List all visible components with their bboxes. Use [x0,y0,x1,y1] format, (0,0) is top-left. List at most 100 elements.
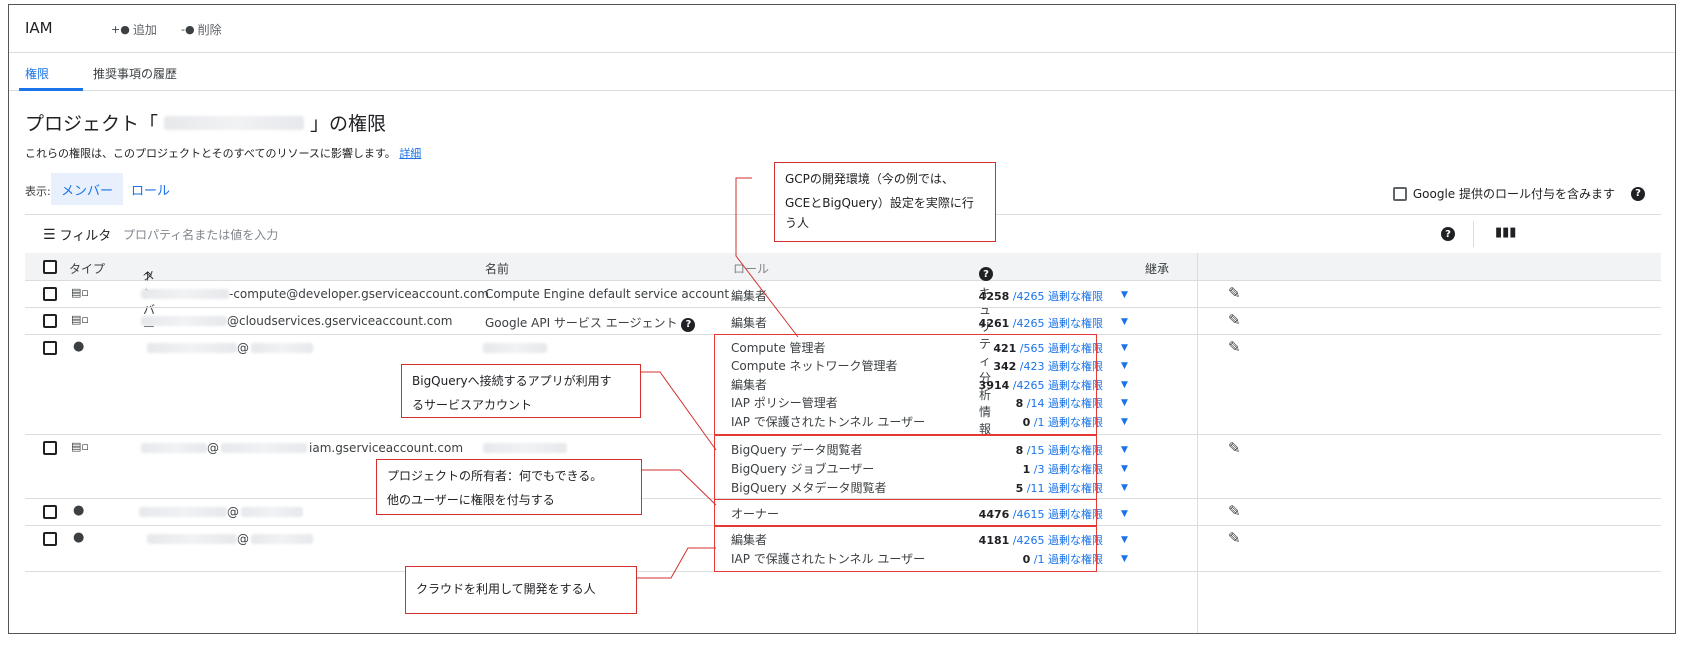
used-permissions: 4261 [978,317,1010,330]
redacted-member-name [483,443,567,453]
edit-pencil-icon[interactable]: ✎ [1228,311,1241,329]
row-checkbox[interactable] [43,532,57,546]
add-person-icon: +● [111,23,130,36]
member-name-text: Google API サービス エージェント [485,316,678,330]
row-checkbox[interactable] [43,314,57,328]
member-email-at: @ [237,532,249,546]
column-name: 名前 [485,262,510,276]
column-display-icon[interactable]: ▮▮▮ [1495,225,1516,240]
active-tab-indicator [19,88,83,91]
add-button[interactable]: +● 追加 [111,21,157,38]
callout-bigquery-app: BigQueryへ接続するアプリが利用す るサービスアカウント [401,364,641,418]
tab-recommendation-history[interactable]: 推奨事項の履歴 [93,65,177,82]
chevron-down-icon[interactable]: ▼ [1121,380,1128,390]
service-account-icon: ▤▫ [71,313,89,326]
edit-pencil-icon[interactable]: ✎ [1228,529,1241,547]
filter-input[interactable]: プロパティ名または値を入力 [123,226,278,243]
member-email-at: @ [237,341,249,355]
select-all-checkbox[interactable] [43,260,57,274]
table-row: ▤▫ -compute@developer.gserviceaccount.co… [25,281,1661,308]
column-inherit: 継承 [1145,262,1170,276]
page-title: プロジェクト「 」の権限 [25,109,386,136]
chevron-down-icon[interactable]: ▼ [1121,361,1128,371]
service-account-icon: ▤▫ [71,286,89,299]
callout-gcp-developer: GCPの開発環境（今の例では、 GCEとBigQuery）設定を実際に行 う人 [774,162,996,242]
chevron-down-icon[interactable]: ▼ [1121,343,1128,353]
member-email: @ iam.gserviceaccount.com [141,441,463,455]
toolbar-divider [1473,221,1474,247]
app-title: IAM [25,19,53,37]
callout-line: 他のユーザーに権限を付与する [387,493,555,507]
callout-line: BigQueryへ接続するアプリが利用す [412,374,612,388]
callout-line: るサービスアカウント [412,398,533,412]
chevron-down-icon[interactable]: ▼ [1121,509,1128,519]
row-checkbox[interactable] [43,505,57,519]
excess-permissions-link[interactable]: 過剰な権限 [1048,290,1103,303]
edit-pencil-icon[interactable]: ✎ [1228,284,1241,302]
edit-pencil-icon[interactable]: ✎ [1228,502,1241,520]
filter-button[interactable]: ☰ フィルタ [43,225,112,245]
redacted-member-name [483,343,547,353]
service-account-icon: ▤▫ [71,440,89,453]
page-title-prefix: プロジェクト「 [25,113,159,135]
callout-line: GCEとBigQuery）設定を実際に行 [785,196,974,210]
person-icon: ● [73,530,85,545]
edit-pencil-icon[interactable]: ✎ [1228,439,1241,457]
row-checkbox[interactable] [43,341,57,355]
security-insight[interactable]: 4258 /4265 過剰な権限 [735,288,1103,304]
agent-help-icon[interactable]: ? [681,317,696,332]
view-label: 表示: [25,185,51,198]
include-google-roles[interactable]: Google 提供のロール付与を含みます ? [1392,185,1645,202]
highlight-box [714,435,1097,500]
chevron-down-icon[interactable]: ▼ [1121,483,1128,493]
table-help-icon[interactable]: ? [1441,227,1455,241]
member-email: -compute@developer.gserviceaccount.com [141,287,489,301]
chevron-down-icon[interactable]: ▼ [1121,290,1128,300]
view-roles-button[interactable]: ロール [121,173,180,205]
person-icon: ● [73,339,85,354]
page-description: これらの権限は、このプロジェクトとそのすべてのリソースに影響します。 詳細 [25,145,421,161]
help-icon[interactable]: ? [1631,186,1645,201]
add-button-label: 追加 [132,23,157,37]
chevron-down-icon[interactable]: ▼ [1121,464,1128,474]
callout-project-owner: プロジェクトの所有者：何でもできる。 他のユーザーに権限を付与する [376,459,642,515]
member-email: @ [139,505,303,519]
member-email-domain: -compute@developer.gserviceaccount.com [229,287,489,301]
security-help-icon[interactable]: ? [979,267,993,281]
edit-pencil-icon[interactable]: ✎ [1228,338,1241,356]
row-checkbox[interactable] [43,287,57,301]
security-insight[interactable]: 4261 /4265 過剰な権限 [735,315,1103,331]
view-members-button[interactable]: メンバー [51,173,124,205]
table-header: タイプ メンバー 🡡 名前 ロール セキュリティ分析情報 ? 継承 [25,253,1661,436]
table-row: ▤▫ @cloudservices.gserviceaccount.com Go… [25,308,1661,335]
page-title-suffix: 」の権限 [310,113,387,135]
redacted-project-name [164,115,305,130]
delete-button-label: 削除 [197,23,222,37]
row-checkbox[interactable] [43,441,57,455]
highlight-box [714,334,1097,435]
total-permissions: /4265 [1012,290,1045,303]
include-google-roles-checkbox[interactable] [1392,186,1407,201]
remove-person-icon: -● [181,23,195,36]
chevron-down-icon[interactable]: ▼ [1121,554,1128,564]
chevron-down-icon[interactable]: ▼ [1121,535,1128,545]
chevron-down-icon[interactable]: ▼ [1121,417,1128,427]
top-bar: IAM +● 追加 -● 削除 [9,5,1675,53]
chevron-down-icon[interactable]: ▼ [1121,317,1128,327]
chevron-down-icon[interactable]: ▼ [1121,398,1128,408]
excess-permissions-link[interactable]: 過剰な権限 [1048,317,1103,330]
callout-cloud-developer: クラウドを利用して開発をする人 [405,566,637,614]
delete-button[interactable]: -● 削除 [181,21,222,38]
member-email-domain: iam.gserviceaccount.com [309,441,464,455]
tab-permissions[interactable]: 権限 [25,65,49,82]
chevron-down-icon[interactable]: ▼ [1121,445,1128,455]
member-email-at: @ [227,505,239,519]
filter-label: フィルタ [59,229,112,244]
description-text: これらの権限は、このプロジェクトとそのすべてのリソースに影響します。 [25,147,396,160]
member-email-at: @ [207,441,219,455]
member-email-domain: @cloudservices.gserviceaccount.com [227,314,453,328]
member-email: @cloudservices.gserviceaccount.com [141,314,452,328]
details-link[interactable]: 詳細 [399,147,421,160]
highlight-box [714,526,1097,572]
person-icon: ● [73,503,85,518]
